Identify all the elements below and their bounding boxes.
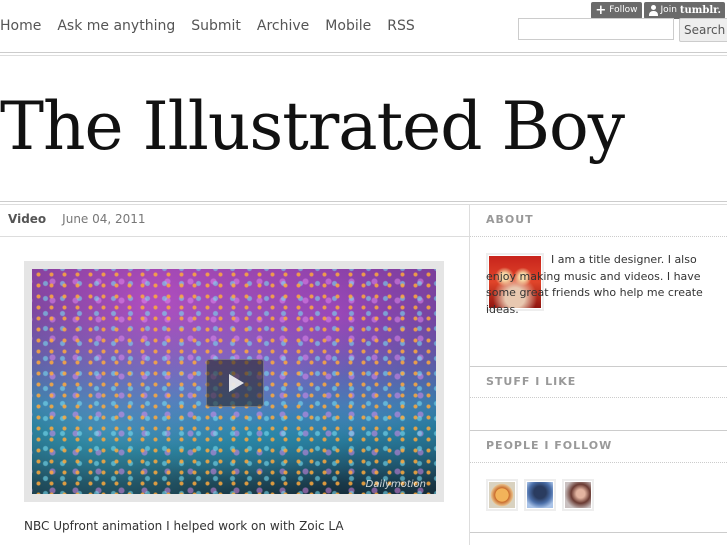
nav-archive[interactable]: Archive: [257, 18, 309, 34]
post-caption: NBC Upfront animation I helped work on w…: [24, 519, 344, 533]
post-meta: Video June 04, 2011: [8, 212, 146, 226]
nav-rss[interactable]: RSS: [387, 18, 415, 34]
avatar-image: [527, 482, 553, 508]
nav-ask[interactable]: Ask me anything: [57, 18, 175, 34]
divider: [0, 204, 727, 205]
divider: [470, 397, 727, 398]
about-heading: ABOUT: [486, 213, 534, 226]
dailymotion-logo: Dailymotion: [365, 479, 426, 490]
stuff-heading: STUFF I LIKE: [486, 375, 577, 388]
tumblr-logo: tumblr.: [679, 5, 721, 16]
column-divider: [469, 205, 470, 545]
follow-button[interactable]: + Follow: [591, 2, 642, 19]
divider: [0, 201, 727, 202]
nav-mobile[interactable]: Mobile: [325, 18, 371, 34]
search-button[interactable]: Search: [679, 18, 727, 42]
divider: [470, 532, 727, 533]
following-avatar[interactable]: [562, 479, 594, 511]
nav-home[interactable]: Home: [0, 18, 41, 34]
people-heading: PEOPLE I FOLLOW: [486, 439, 613, 452]
video-thumbnail[interactable]: Dailymotion: [32, 269, 436, 494]
following-avatar[interactable]: [524, 479, 556, 511]
top-nav: Home Ask me anything Submit Archive Mobi…: [0, 18, 415, 34]
follow-label: Follow: [609, 5, 638, 15]
divider: [470, 366, 727, 367]
post-type: Video: [8, 212, 47, 226]
post-date[interactable]: June 04, 2011: [62, 212, 145, 226]
about-text: I am a title designer. I also enjoy maki…: [486, 253, 703, 316]
nav-submit[interactable]: Submit: [191, 18, 241, 34]
divider: [470, 462, 727, 463]
site-title[interactable]: The Illustrated Boy: [0, 88, 625, 165]
plus-icon: +: [595, 3, 607, 18]
search-input[interactable]: [518, 18, 674, 40]
avatar-image: [565, 482, 591, 508]
following-avatar[interactable]: [486, 479, 518, 511]
following-list: [486, 479, 594, 511]
person-icon: [648, 5, 658, 16]
divider: [0, 52, 727, 53]
video-player: Dailymotion: [24, 261, 444, 502]
divider: [470, 430, 727, 431]
join-label: Join: [660, 5, 677, 15]
join-tumblr-button[interactable]: Join tumblr.: [643, 2, 725, 19]
play-icon[interactable]: [206, 359, 264, 407]
divider: [0, 236, 469, 237]
tumblr-controls: + Follow Join tumblr.: [591, 2, 725, 19]
avatar-image: [489, 482, 515, 508]
search-form: Search: [518, 18, 727, 42]
divider: [0, 55, 727, 56]
divider: [470, 236, 727, 237]
